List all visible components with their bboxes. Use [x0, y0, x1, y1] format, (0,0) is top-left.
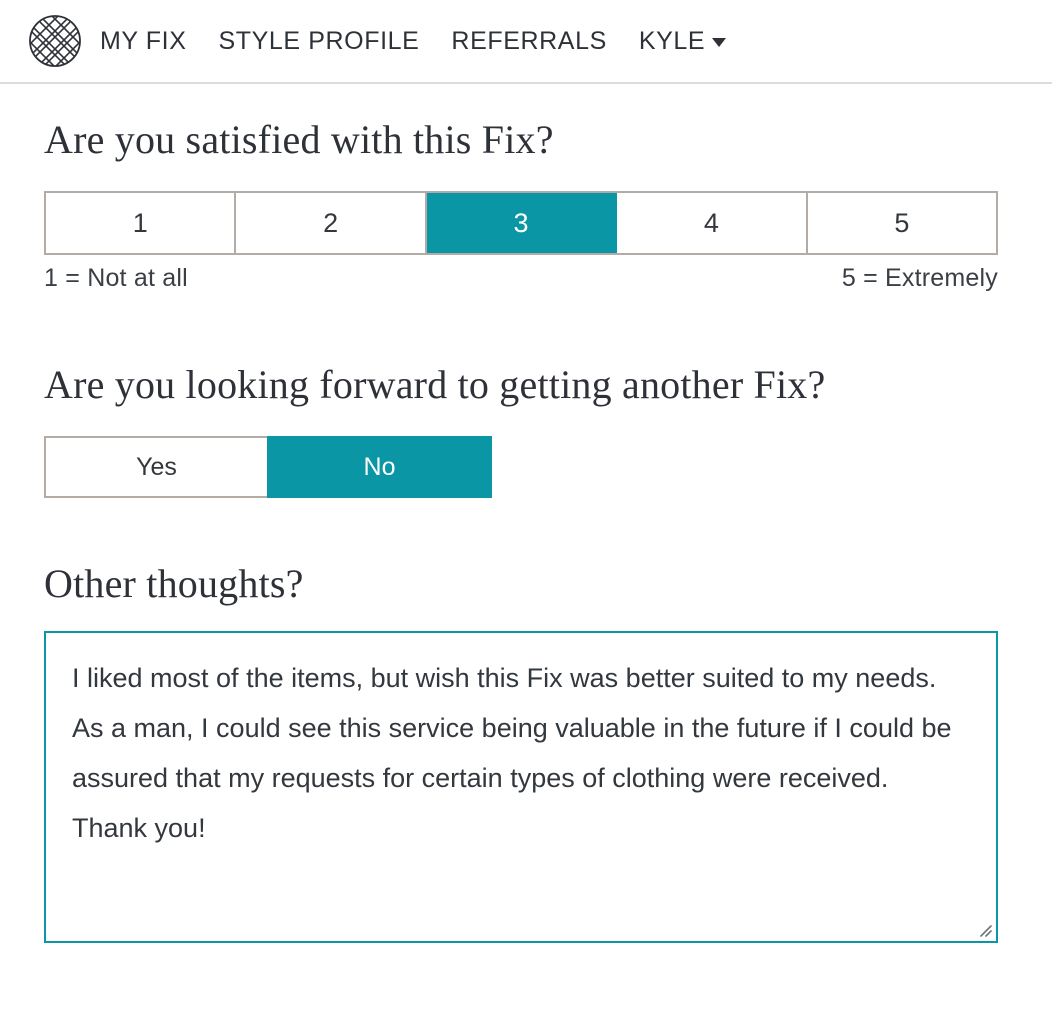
another-fix-choice-group: Yes No — [44, 436, 492, 498]
other-thoughts-field-wrapper — [44, 631, 998, 943]
question-satisfaction: Are you satisfied with this Fix? 1 2 3 4… — [44, 84, 1008, 293]
question-another-fix: Are you looking forward to getting anoth… — [44, 293, 1008, 498]
account-menu[interactable]: KYLE — [638, 26, 727, 56]
survey-form: Are you satisfied with this Fix? 1 2 3 4… — [0, 84, 1052, 943]
legend-high-label: 5 = Extremely — [841, 264, 998, 292]
other-thoughts-question-label: Other thoughts? — [44, 561, 304, 606]
main-navigation: MY FIX STYLE PROFILE REFERRALS KYLE — [100, 26, 727, 56]
another-fix-question-label: Are you looking forward to getting anoth… — [44, 362, 826, 407]
question-other-thoughts: Other thoughts? — [44, 498, 1008, 943]
satisfaction-question-label: Are you satisfied with this Fix? — [44, 117, 554, 162]
rating-option-1[interactable]: 1 — [46, 193, 237, 253]
rating-option-3[interactable]: 3 — [426, 193, 618, 253]
chevron-down-icon — [712, 38, 727, 47]
legend-low-label: 1 = Not at all — [44, 264, 188, 292]
rating-option-2[interactable]: 2 — [236, 193, 427, 253]
other-thoughts-textarea[interactable] — [70, 651, 972, 923]
nav-item-my-fix[interactable]: MY FIX — [100, 27, 187, 56]
nav-item-referrals[interactable]: REFERRALS — [451, 27, 606, 56]
rating-scale-legend: 1 = Not at all 5 = Extremely — [44, 264, 998, 293]
choice-option-yes[interactable]: Yes — [46, 438, 267, 496]
stitch-fix-logo-icon[interactable] — [26, 12, 84, 70]
rating-option-4[interactable]: 4 — [617, 193, 808, 253]
nav-item-style-profile[interactable]: STYLE PROFILE — [219, 27, 420, 56]
rating-option-5[interactable]: 5 — [807, 193, 997, 253]
account-menu-label: KYLE — [638, 26, 706, 55]
choice-option-no[interactable]: No — [267, 436, 492, 498]
site-header: MY FIX STYLE PROFILE REFERRALS KYLE — [0, 0, 1052, 84]
satisfaction-rating-scale: 1 2 3 4 5 — [44, 191, 998, 255]
resize-handle-icon[interactable] — [976, 921, 992, 937]
